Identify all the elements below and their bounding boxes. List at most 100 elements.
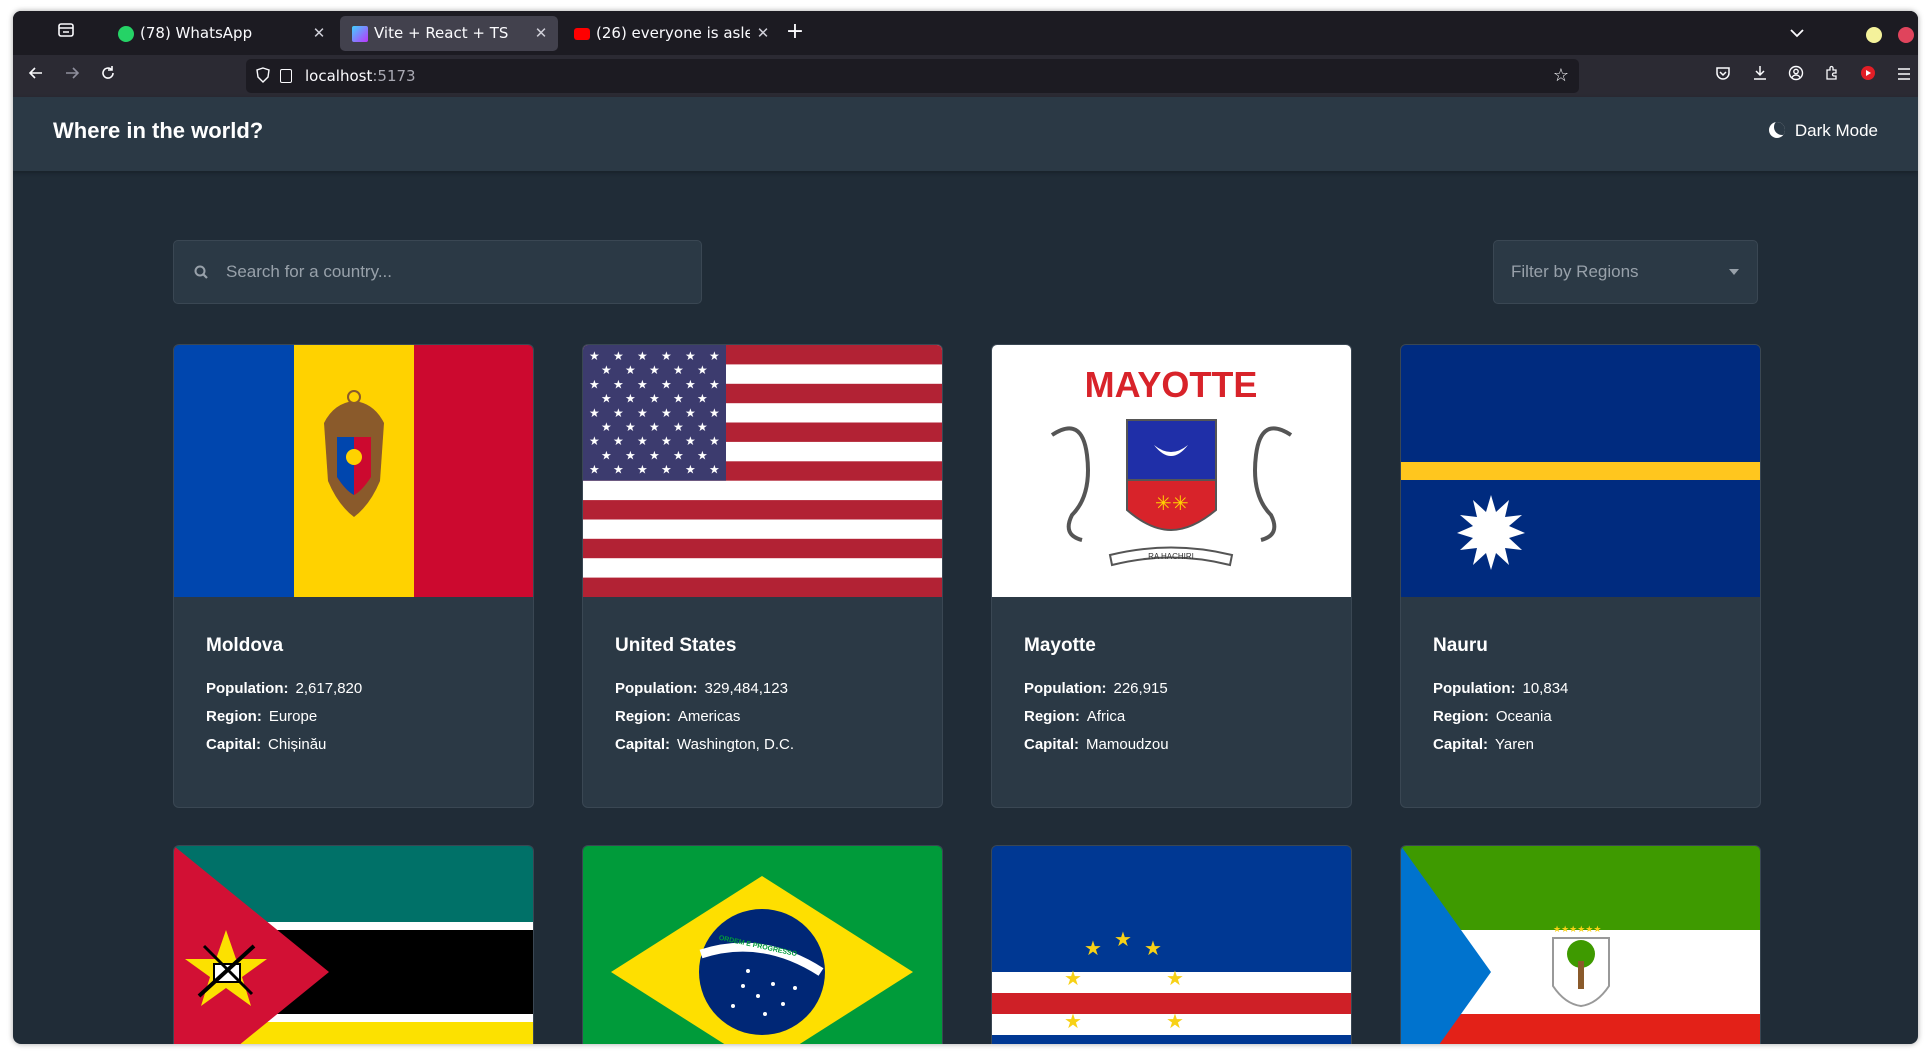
- firefox-view-icon[interactable]: [53, 21, 79, 45]
- country-info: Nauru Population: 10,834 Region: Oceania C…: [1433, 635, 1568, 759]
- svg-text:★: ★: [673, 448, 684, 462]
- svg-text:★: ★: [709, 463, 720, 477]
- menu-icon[interactable]: [1891, 63, 1917, 89]
- svg-text:★★★★★★: ★★★★★★: [1553, 925, 1601, 935]
- close-tab-icon[interactable]: ✕: [754, 16, 772, 51]
- capital-value: Washington, D.C.: [677, 736, 795, 753]
- svg-text:★: ★: [1114, 927, 1132, 951]
- svg-text:★: ★: [697, 448, 708, 462]
- search-input[interactable]: [226, 241, 676, 303]
- dark-mode-toggle[interactable]: Dark Mode: [1768, 97, 1878, 164]
- close-tab-icon[interactable]: ✕: [310, 16, 328, 51]
- population-value: 329,484,123: [704, 680, 788, 697]
- svg-text:★: ★: [685, 349, 696, 363]
- moldova-flag: [174, 345, 533, 597]
- country-info: Mayotte Population: 226,915 Region: Africa…: [1024, 635, 1169, 759]
- extensions-icon[interactable]: [1819, 63, 1845, 89]
- svg-text:★: ★: [649, 392, 660, 406]
- region-row: Region: Europe: [206, 708, 318, 725]
- svg-text:★: ★: [649, 363, 660, 377]
- svg-text:✳: ✳: [1172, 491, 1189, 515]
- downloads-icon[interactable]: [1747, 63, 1773, 89]
- capital-row: Capital: Yaren: [1433, 736, 1534, 753]
- svg-text:★: ★: [637, 377, 648, 391]
- caret-down-icon: [1729, 269, 1739, 275]
- search-box: [173, 240, 702, 304]
- country-card-equatorial-guinea[interactable]: ★★★★★★: [1400, 845, 1761, 1044]
- minimize-button[interactable]: [1866, 27, 1882, 43]
- capital-row: Capital: Washington, D.C.: [615, 736, 795, 753]
- svg-text:★: ★: [697, 363, 708, 377]
- page-info-icon[interactable]: [280, 69, 292, 83]
- united-states-flag: ★ ★ ★ ★ ★ ★ ★ ★ ★ ★ ★ ★ ★ ★ ★ ★ ★ ★ ★ ★ ★ ★ ★ ★ ★ ★ ★ ★ ★ ★ ★ ★ ★ ★ ★ ★ ★ ★ ★ ★…: [583, 345, 942, 597]
- country-name: Mayotte: [1024, 635, 1096, 656]
- tab-whatsapp[interactable]: (78) WhatsApp ✕: [106, 16, 336, 51]
- svg-text:★: ★: [637, 434, 648, 448]
- bookmark-star-icon[interactable]: ☆: [1553, 59, 1569, 93]
- svg-text:★: ★: [601, 363, 612, 377]
- reload-icon[interactable]: [95, 63, 121, 89]
- svg-text:★: ★: [661, 463, 672, 477]
- population-row: Population: 329,484,123: [615, 680, 788, 697]
- country-card-brazil[interactable]: ORDEM E PROGRESSO: [582, 845, 943, 1044]
- svg-text:★: ★: [673, 420, 684, 434]
- svg-text:★: ★: [1084, 936, 1102, 960]
- region-value: Europe: [268, 708, 318, 725]
- capital-value: Yaren: [1495, 736, 1534, 753]
- tab-title: (78) WhatsApp: [140, 24, 253, 42]
- svg-text:★: ★: [601, 420, 612, 434]
- country-name: Moldova: [206, 635, 284, 656]
- svg-text:★: ★: [637, 349, 648, 363]
- country-card-cape-verde[interactable]: ★ ★ ★ ★ ★ ★ ★: [991, 845, 1352, 1044]
- svg-text:★: ★: [625, 420, 636, 434]
- svg-text:★: ★: [661, 377, 672, 391]
- svg-text:★: ★: [625, 363, 636, 377]
- pocket-icon[interactable]: [1710, 63, 1736, 89]
- country-card-moldova[interactable]: Moldova Population: 2,617,820 Region: Euro…: [173, 344, 534, 808]
- address-bar[interactable]: localhost:5173 ☆: [246, 59, 1579, 93]
- svg-text:★: ★: [649, 448, 660, 462]
- svg-text:★: ★: [613, 463, 624, 477]
- close-window-button[interactable]: [1898, 27, 1914, 43]
- svg-text:★: ★: [589, 406, 600, 420]
- svg-text:★: ★: [589, 377, 600, 391]
- capital-value: Chișinău: [268, 736, 327, 753]
- region-value: Americas: [677, 708, 741, 725]
- svg-text:★: ★: [697, 420, 708, 434]
- capital-row: Capital: Chișinău: [206, 736, 327, 753]
- youtube-extension-icon[interactable]: [1855, 63, 1881, 89]
- svg-text:★: ★: [1166, 966, 1184, 990]
- population-value: 10,834: [1522, 680, 1569, 697]
- account-icon[interactable]: [1783, 63, 1809, 89]
- population-row: Population: 226,915: [1024, 680, 1168, 697]
- region-row: Region: Africa: [1024, 708, 1126, 725]
- region-value: Oceania: [1495, 708, 1552, 725]
- close-tab-icon[interactable]: ✕: [532, 16, 550, 51]
- country-card-nauru[interactable]: Nauru Population: 10,834 Region: Oceania C…: [1400, 344, 1761, 808]
- url-text: localhost:5173: [305, 67, 416, 85]
- country-card-mayotte[interactable]: MAYOTTE ✳ ✳ RA HACHIRI Mayotte Populatio…: [991, 344, 1352, 808]
- back-icon[interactable]: [23, 63, 49, 89]
- tab-bar: (78) WhatsApp ✕ Vite + React + TS ✕ (26)…: [13, 11, 1918, 55]
- svg-text:★: ★: [661, 406, 672, 420]
- equatorial-guinea-flag: ★★★★★★: [1401, 846, 1760, 1044]
- tracking-protection-icon[interactable]: [256, 67, 270, 85]
- svg-text:★: ★: [601, 448, 612, 462]
- list-all-tabs-icon[interactable]: [1785, 21, 1809, 45]
- country-card-mozambique[interactable]: [173, 845, 534, 1044]
- svg-text:★: ★: [601, 392, 612, 406]
- country-card-united-states[interactable]: ★ ★ ★ ★ ★ ★ ★ ★ ★ ★ ★ ★ ★ ★ ★ ★ ★ ★ ★ ★ ★ ★ ★ ★ ★ ★ ★ ★ ★ ★ ★ ★ ★ ★ ★ ★ ★ ★ ★ ★…: [582, 344, 943, 808]
- svg-text:★: ★: [613, 377, 624, 391]
- region-filter-select[interactable]: Filter by Regions: [1493, 240, 1758, 304]
- new-tab-button[interactable]: +: [783, 21, 807, 45]
- region-row: Region: Oceania: [1433, 708, 1552, 725]
- search-icon: [194, 265, 208, 279]
- svg-text:★: ★: [1144, 936, 1162, 960]
- svg-text:★: ★: [1064, 1009, 1082, 1033]
- nauru-flag: [1401, 345, 1760, 597]
- svg-text:★: ★: [709, 349, 720, 363]
- tab-youtube[interactable]: (26) everyone is asleep, ✕: [562, 16, 780, 51]
- forward-icon[interactable]: [59, 63, 85, 89]
- navigation-toolbar: localhost:5173 ☆: [13, 55, 1918, 97]
- tab-vite-react[interactable]: Vite + React + TS ✕: [340, 16, 558, 51]
